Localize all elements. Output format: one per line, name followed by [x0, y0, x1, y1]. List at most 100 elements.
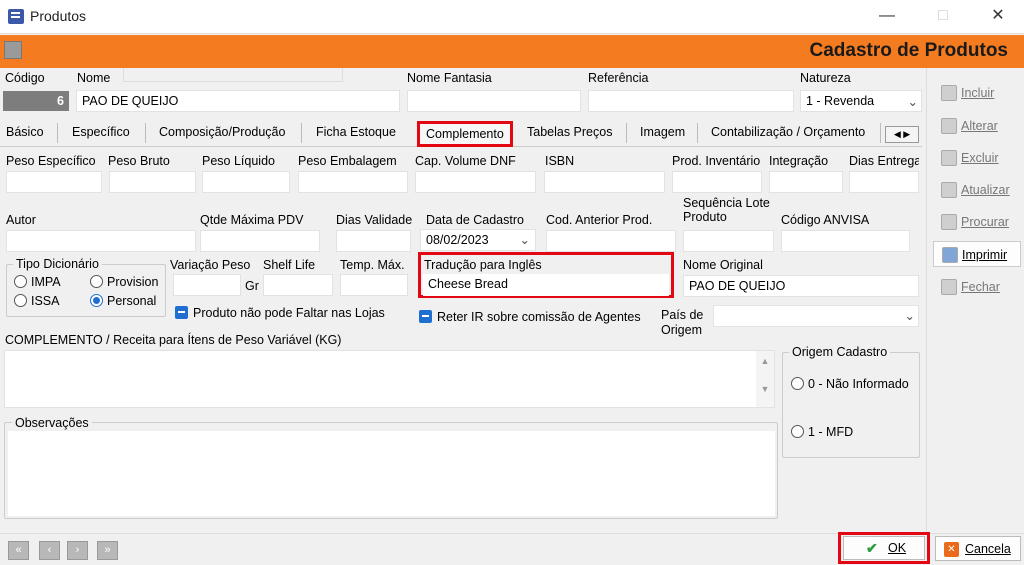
- app-icon: [8, 9, 24, 24]
- radio-icon: [791, 377, 804, 390]
- cod-anterior-field[interactable]: [546, 230, 676, 252]
- variacao-peso-label: Variação Peso: [170, 258, 251, 272]
- prod-inventario-field[interactable]: [672, 171, 762, 193]
- tab-imagem[interactable]: Imagem: [640, 125, 685, 139]
- referencia-field[interactable]: [588, 90, 794, 112]
- next-record-icon[interactable]: ›: [67, 541, 88, 560]
- first-record-icon[interactable]: «: [8, 541, 29, 560]
- window-title: Produtos: [30, 8, 87, 24]
- scrollbar[interactable]: ▲ ▼: [756, 351, 774, 407]
- variacao-peso-field[interactable]: [173, 274, 241, 296]
- minimize-icon[interactable]: —: [872, 6, 902, 28]
- dias-entrega-field[interactable]: [849, 171, 919, 193]
- temp-max-label: Temp. Máx.: [340, 258, 405, 272]
- peso-embalagem-field[interactable]: [298, 171, 408, 193]
- autor-field[interactable]: [6, 230, 196, 252]
- scroll-down-icon[interactable]: ▼: [756, 384, 774, 394]
- codigo-field: 6: [3, 91, 69, 111]
- peso-liquido-label: Peso Líquido: [202, 154, 275, 168]
- radio-issa-label: ISSA: [31, 294, 60, 308]
- dias-validade-field[interactable]: [336, 230, 411, 252]
- tab-basico[interactable]: Básico: [6, 125, 44, 139]
- seq-lote-field[interactable]: [683, 230, 774, 252]
- reter-label: Reter IR sobre comissão de Agentes: [437, 310, 641, 324]
- referencia-label: Referência: [588, 71, 649, 85]
- tab-tabelas-precos[interactable]: Tabelas Preços: [527, 125, 612, 139]
- falta-checkbox[interactable]: Produto não pode Faltar nas Lojas: [175, 306, 385, 320]
- peso-bruto-field[interactable]: [109, 171, 196, 193]
- autor-label: Autor: [6, 213, 36, 227]
- nome-original-field[interactable]: PAO DE QUEIJO: [683, 275, 919, 297]
- tab-ficha-estoque[interactable]: Ficha Estoque: [316, 125, 396, 139]
- observacoes-textarea[interactable]: [8, 431, 775, 516]
- anvisa-label: Código ANVISA: [781, 213, 870, 227]
- data-cadastro-field[interactable]: 08/02/2023 ⌄: [420, 229, 536, 251]
- complemento-label: COMPLEMENTO / Receita para Ítens de Peso…: [5, 333, 342, 347]
- cod-anterior-label: Cod. Anterior Prod.: [546, 213, 653, 227]
- nome-field[interactable]: PAO DE QUEIJO: [76, 90, 400, 112]
- fantasia-field[interactable]: [407, 90, 581, 112]
- tab-especifico[interactable]: Específico: [72, 125, 130, 139]
- shelf-life-label: Shelf Life: [263, 258, 316, 272]
- procurar-label: Procurar: [961, 215, 1009, 229]
- peso-especifico-field[interactable]: [6, 171, 102, 193]
- tab-scroll-arrows[interactable]: ◀ ▶: [885, 126, 919, 143]
- nome-original-label: Nome Original: [683, 258, 763, 272]
- complemento-textarea[interactable]: ▲ ▼: [4, 350, 775, 408]
- checkmark-icon: ✔: [866, 540, 878, 556]
- procurar-button[interactable]: Procurar: [933, 209, 1021, 235]
- cancela-button[interactable]: ✕ Cancela: [935, 536, 1021, 561]
- chevron-down-icon: ⌄: [519, 233, 530, 247]
- radio-nao-informado[interactable]: 0 - Não Informado: [791, 377, 909, 391]
- isbn-label: ISBN: [545, 154, 575, 168]
- qtde-maxima-label: Qtde Máxima PDV: [200, 213, 304, 227]
- seq-lote-label: Sequência Lote Produto: [683, 196, 770, 224]
- scroll-up-icon[interactable]: ▲: [756, 356, 774, 366]
- fechar-button[interactable]: Fechar: [933, 274, 1021, 300]
- radio-provision[interactable]: Provision: [90, 275, 158, 289]
- alterar-button[interactable]: Alterar: [933, 113, 1021, 139]
- incluir-button[interactable]: Incluir: [933, 80, 1021, 106]
- reter-ir-checkbox[interactable]: Reter IR sobre comissão de Agentes: [419, 310, 641, 324]
- radio-impa[interactable]: IMPA: [14, 275, 61, 289]
- close-icon[interactable]: ✕: [983, 6, 1013, 28]
- data-cadastro-value: 08/02/2023: [426, 233, 489, 247]
- falta-label: Produto não pode Faltar nas Lojas: [193, 306, 385, 320]
- pais-origem-label: País de Origem: [661, 308, 704, 337]
- anvisa-field[interactable]: [781, 230, 910, 252]
- unit-gr-label: Gr: [245, 279, 259, 293]
- natureza-value: 1 - Revenda: [806, 94, 875, 108]
- isbn-field[interactable]: [544, 171, 665, 193]
- natureza-select[interactable]: 1 - Revenda ⌄: [800, 90, 922, 112]
- tab-composicao[interactable]: Composição/Produção: [159, 125, 285, 139]
- atualizar-button[interactable]: Atualizar: [933, 177, 1021, 203]
- temp-max-field[interactable]: [340, 274, 408, 296]
- excluir-button[interactable]: Excluir: [933, 145, 1021, 171]
- tab-complemento[interactable]: Complemento: [417, 121, 513, 147]
- radio-provision-label: Provision: [107, 275, 159, 289]
- maximize-icon[interactable]: □: [928, 6, 958, 28]
- pais-origem-select[interactable]: ⌄: [713, 305, 919, 327]
- radio-selected-icon: [90, 294, 103, 307]
- ok-button[interactable]: ✔ OK: [843, 536, 925, 560]
- peso-liquido-field[interactable]: [202, 171, 290, 193]
- radio-mfd[interactable]: 1 - MFD: [791, 425, 853, 439]
- cap-volume-field[interactable]: [415, 171, 536, 193]
- integracao-field[interactable]: [769, 171, 843, 193]
- radio-impa-label: IMPA: [31, 275, 61, 289]
- traducao-field[interactable]: Cheese Bread: [423, 274, 669, 296]
- tab-contabilizacao[interactable]: Contabilização / Orçamento: [711, 125, 865, 139]
- origem-cadastro-title: Origem Cadastro: [789, 345, 891, 359]
- previous-record-icon[interactable]: ‹: [39, 541, 60, 560]
- qtde-maxima-field[interactable]: [200, 230, 320, 252]
- imprimir-button[interactable]: Imprimir: [933, 241, 1021, 267]
- data-cadastro-label: Data de Cadastro: [426, 213, 524, 227]
- traducao-label: Tradução para Inglês: [424, 258, 542, 272]
- last-record-icon[interactable]: »: [97, 541, 118, 560]
- radio-personal[interactable]: Personal: [90, 294, 156, 308]
- shelf-life-field[interactable]: [263, 274, 333, 296]
- peso-especifico-label: Peso Específico: [6, 154, 96, 168]
- observacoes-label: Observações: [12, 416, 92, 430]
- radio-issa[interactable]: ISSA: [14, 294, 60, 308]
- alterar-label: Alterar: [961, 119, 998, 133]
